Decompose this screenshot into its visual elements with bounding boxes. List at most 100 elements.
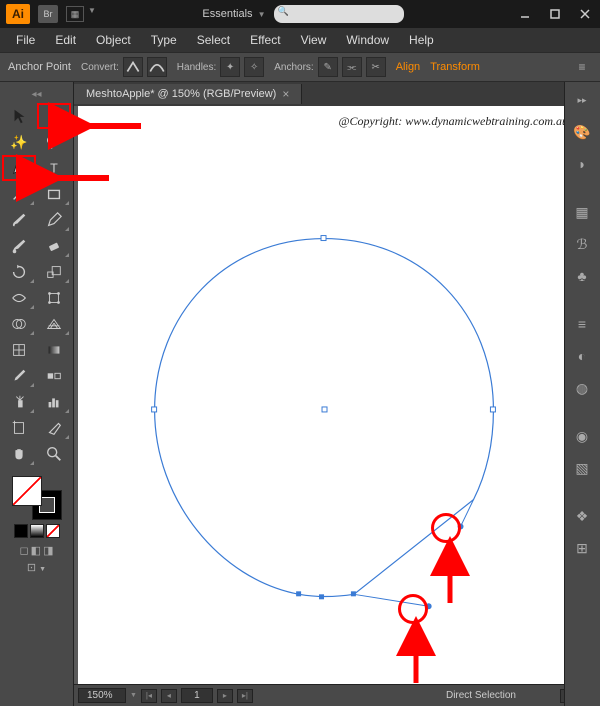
gradient-mode-button[interactable] — [30, 524, 44, 538]
workspace-selector[interactable]: Essentials ▼ — [202, 8, 265, 20]
annotation-arrow — [435, 548, 465, 613]
menu-type[interactable]: Type — [143, 31, 185, 49]
anchors-label: Anchors: — [274, 62, 313, 73]
color-guide-panel-icon[interactable]: ◗ — [567, 150, 597, 178]
brushes-panel-icon[interactable]: ℬ — [567, 230, 597, 258]
next-artboard-button[interactable]: ▸ — [217, 689, 233, 703]
line-tool[interactable] — [3, 182, 35, 206]
pen-tool[interactable] — [3, 156, 35, 180]
draw-behind-icon[interactable]: ◧ — [31, 544, 41, 557]
minimize-button[interactable] — [510, 0, 540, 28]
artwork-path[interactable] — [78, 106, 580, 684]
maximize-button[interactable] — [540, 0, 570, 28]
close-button[interactable] — [570, 0, 600, 28]
anchors-connect-button[interactable]: ⫘ — [342, 57, 362, 77]
blob-brush-tool[interactable] — [3, 234, 35, 258]
menu-view[interactable]: View — [293, 31, 335, 49]
none-mode-button[interactable] — [46, 524, 60, 538]
direct-selection-tool[interactable] — [38, 104, 70, 128]
tab-close-icon[interactable]: × — [282, 87, 289, 101]
menu-select[interactable]: Select — [189, 31, 238, 49]
menu-object[interactable]: Object — [88, 31, 139, 49]
status-tool-label: Direct Selection — [446, 690, 516, 701]
menu-effect[interactable]: Effect — [242, 31, 288, 49]
prev-artboard-button[interactable]: ◂ — [161, 689, 177, 703]
anchors-cut-button[interactable]: ✂ — [366, 57, 386, 77]
perspective-grid-tool[interactable] — [38, 312, 70, 336]
convert-label: Convert: — [81, 62, 119, 73]
artboards-panel-icon[interactable]: ⊞ — [567, 534, 597, 562]
canvas-area: MeshtoApple* @ 150% (RGB/Preview) × @Cop… — [74, 82, 600, 706]
title-bar: Ai Br ▦▼ Essentials ▼ — [0, 0, 600, 28]
anchors-remove-button[interactable]: ✎ — [318, 57, 338, 77]
artboard-number[interactable]: 1 — [181, 688, 213, 703]
swatches-panel-icon[interactable]: ▦ — [567, 198, 597, 226]
width-tool[interactable] — [3, 286, 35, 310]
menu-bar: File Edit Object Type Select Effect View… — [0, 28, 600, 52]
transparency-panel-icon[interactable]: ◍ — [567, 374, 597, 402]
panel-collapse-icon[interactable]: ◂◂ — [3, 86, 70, 102]
gradient-tool[interactable] — [38, 338, 70, 362]
last-artboard-button[interactable]: ▸| — [237, 689, 253, 703]
fill-swatch[interactable] — [12, 476, 42, 506]
slice-tool[interactable] — [38, 416, 70, 440]
draw-inside-icon[interactable]: ◨ — [43, 544, 53, 557]
fill-stroke-swatches[interactable] — [12, 476, 62, 520]
screen-mode-button[interactable]: ⊡ ▼ — [27, 561, 46, 574]
align-link[interactable]: Align — [396, 61, 420, 73]
search-input[interactable] — [274, 5, 404, 23]
eraser-tool[interactable] — [38, 234, 70, 258]
magic-wand-tool[interactable]: ✨ — [3, 130, 35, 154]
app-icon: Ai — [6, 4, 30, 24]
symbols-panel-icon[interactable]: ♣ — [567, 262, 597, 290]
status-bar: 150% ▼ |◂ ◂ 1 ▸ ▸| Direct Selection ◂ ▸ — [74, 684, 600, 706]
document-tab[interactable]: MeshtoApple* @ 150% (RGB/Preview) × — [74, 84, 302, 104]
stroke-panel-icon[interactable]: ≡ — [567, 310, 597, 338]
zoom-tool[interactable] — [38, 442, 70, 466]
handles-label: Handles: — [177, 62, 216, 73]
annotation-circle — [398, 594, 428, 624]
convert-smooth-button[interactable] — [147, 57, 167, 77]
menu-edit[interactable]: Edit — [47, 31, 84, 49]
selection-tool[interactable] — [3, 104, 35, 128]
color-panel-icon[interactable]: 🎨 — [567, 118, 597, 146]
eyedropper-tool[interactable] — [3, 364, 35, 388]
mesh-tool[interactable] — [3, 338, 35, 362]
paintbrush-tool[interactable] — [3, 208, 35, 232]
free-transform-tool[interactable] — [38, 286, 70, 310]
rotate-tool[interactable] — [3, 260, 35, 284]
first-artboard-button[interactable]: |◂ — [141, 689, 157, 703]
color-mode-button[interactable] — [14, 524, 28, 538]
artboard-tool[interactable] — [3, 416, 35, 440]
shape-builder-tool[interactable] — [3, 312, 35, 336]
menu-help[interactable]: Help — [401, 31, 442, 49]
pencil-tool[interactable] — [38, 208, 70, 232]
layers-panel-icon[interactable]: ❖ — [567, 502, 597, 530]
handles-hide-button[interactable]: ✧ — [244, 57, 264, 77]
zoom-level[interactable]: 150% — [78, 688, 126, 703]
bridge-icon[interactable]: Br — [38, 5, 58, 23]
arrange-documents[interactable]: ▦▼ — [66, 6, 96, 22]
menu-window[interactable]: Window — [338, 31, 397, 49]
panel-expand-icon[interactable]: ▸▸ — [567, 86, 597, 114]
canvas[interactable]: @Copyright: www.dynamicwebtraining.com.a… — [78, 106, 580, 684]
graphic-styles-panel-icon[interactable]: ▧ — [567, 454, 597, 482]
document-tabs: MeshtoApple* @ 150% (RGB/Preview) × — [74, 82, 600, 106]
gradient-panel-icon[interactable]: ◐ — [567, 342, 597, 370]
menu-file[interactable]: File — [8, 31, 43, 49]
scale-tool[interactable] — [38, 260, 70, 284]
draw-normal-icon[interactable]: ◻ — [20, 544, 29, 557]
hand-tool[interactable] — [3, 442, 35, 466]
handles-show-button[interactable]: ✦ — [220, 57, 240, 77]
graph-tool[interactable] — [38, 390, 70, 414]
annotation-arrow — [44, 168, 114, 193]
transform-link[interactable]: Transform — [430, 61, 480, 73]
right-panel-dock: ▸▸ 🎨 ◗ ▦ ℬ ♣ ≡ ◐ ◍ ◉ ▧ ❖ ⊞ — [564, 82, 600, 706]
control-menu-icon[interactable]: ≡ — [572, 60, 592, 74]
symbol-sprayer-tool[interactable] — [3, 390, 35, 414]
convert-corner-button[interactable] — [123, 57, 143, 77]
lasso-tool[interactable] — [38, 130, 70, 154]
blend-tool[interactable] — [38, 364, 70, 388]
annotation-arrow — [76, 116, 146, 141]
appearance-panel-icon[interactable]: ◉ — [567, 422, 597, 450]
